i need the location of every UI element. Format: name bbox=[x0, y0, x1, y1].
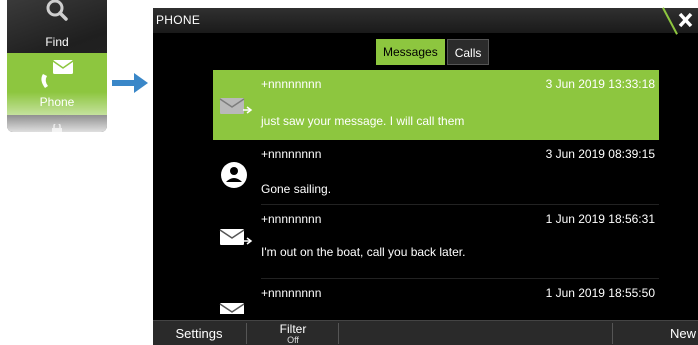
tab-calls[interactable]: Calls bbox=[446, 39, 490, 65]
window-title: PHONE bbox=[156, 13, 201, 27]
message-text: I'm out on the boat, call you back later… bbox=[261, 245, 466, 259]
message-row[interactable]: +nnnnnnnn 1 Jun 2019 18:55:50 bbox=[213, 279, 659, 314]
sent-envelope-icon bbox=[219, 98, 253, 114]
list-scrollbar[interactable] bbox=[656, 72, 659, 128]
settings-button[interactable]: Settings bbox=[153, 321, 245, 345]
sent-envelope-icon bbox=[219, 303, 245, 314]
message-date: 3 Jun 2019 08:39:15 bbox=[545, 147, 655, 161]
message-sender: +nnnnnnnn bbox=[261, 77, 322, 91]
side-menu-item-label: Find bbox=[45, 35, 69, 49]
message-sender: +nnnnnnnn bbox=[261, 286, 322, 300]
message-row[interactable]: +nnnnnnnn 1 Jun 2019 18:56:31 I'm out on… bbox=[213, 205, 659, 275]
filter-state: Off bbox=[287, 335, 299, 345]
arrow-right-icon bbox=[112, 73, 148, 93]
title-bar: PHONE bbox=[153, 7, 698, 35]
message-text: just saw your message. I will call them bbox=[261, 114, 465, 128]
message-date: 3 Jun 2019 13:33:18 bbox=[545, 77, 655, 91]
message-row[interactable]: +nnnnnnnn 3 Jun 2019 13:33:18 just saw y… bbox=[213, 70, 659, 140]
person-avatar-icon bbox=[221, 162, 247, 188]
message-text: Gone sailing. bbox=[261, 182, 332, 196]
tab-messages[interactable]: Messages bbox=[376, 39, 445, 65]
side-menu-item-store[interactable] bbox=[7, 120, 107, 132]
message-sender: +nnnnnnnn bbox=[261, 212, 322, 226]
message-list: +nnnnnnnn 3 Jun 2019 13:33:18 just saw y… bbox=[213, 70, 659, 314]
message-date: 1 Jun 2019 18:56:31 bbox=[545, 212, 655, 226]
sent-envelope-icon bbox=[219, 229, 253, 245]
message-date: 1 Jun 2019 18:55:50 bbox=[545, 286, 655, 300]
divider bbox=[246, 323, 247, 344]
divider bbox=[612, 323, 613, 344]
phone-message-icon bbox=[41, 60, 74, 88]
side-menu-item-find[interactable]: Find bbox=[7, 0, 107, 52]
close-icon bbox=[678, 12, 693, 28]
search-icon bbox=[46, 0, 68, 21]
side-menu: Find Phone bbox=[7, 0, 107, 132]
side-menu-item-label: Phone bbox=[39, 95, 75, 109]
message-row[interactable]: +nnnnnnnn 3 Jun 2019 08:39:15 Gone saili… bbox=[213, 140, 659, 210]
filter-button[interactable]: Filter Off bbox=[248, 321, 338, 345]
filter-label: Filter bbox=[279, 322, 307, 336]
phone-window: PHONE Messages Calls +nnnnnnnn 3 Jun 201… bbox=[153, 7, 698, 345]
shopping-bag-icon bbox=[52, 124, 62, 132]
side-menu-item-phone[interactable]: Phone bbox=[7, 53, 107, 115]
message-sender: +nnnnnnnn bbox=[261, 147, 322, 161]
new-message-button[interactable]: New message... bbox=[615, 321, 698, 345]
tab-bar: Messages Calls bbox=[376, 39, 490, 65]
close-button[interactable] bbox=[658, 8, 698, 33]
bottom-bar: Settings Filter Off New message... bbox=[153, 320, 698, 345]
divider bbox=[338, 323, 339, 344]
